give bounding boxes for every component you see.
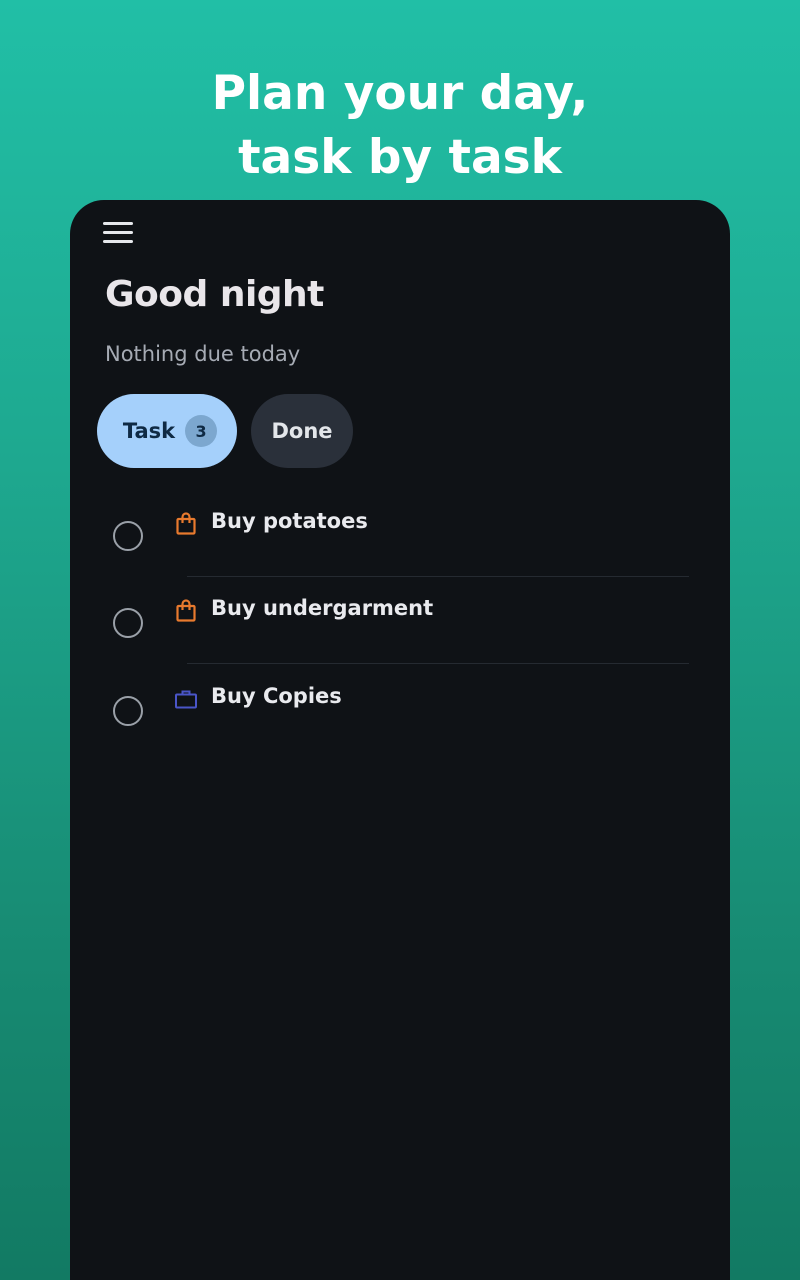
- task-checkbox[interactable]: [113, 696, 143, 726]
- tab-task[interactable]: Task 3: [97, 394, 237, 468]
- due-summary: Nothing due today: [105, 342, 301, 366]
- shopping-bag-icon: [176, 512, 196, 535]
- menu-button[interactable]: [100, 218, 136, 248]
- task-item[interactable]: Buy Copies: [70, 675, 730, 762]
- task-title: Buy undergarment: [211, 596, 434, 620]
- app-screen: Good night Nothing due today Task 3 Done…: [70, 200, 730, 1280]
- shopping-bag-icon: [176, 599, 196, 622]
- task-item[interactable]: Buy potatoes: [70, 500, 730, 587]
- tab-task-label: Task: [122, 419, 176, 443]
- promo-headline-line-1: Plan your day,: [211, 66, 589, 121]
- promo-headline-line-2: task by task: [238, 130, 562, 185]
- task-divider: [187, 576, 689, 577]
- task-count-badge: 3: [185, 415, 218, 447]
- task-checkbox[interactable]: [113, 521, 143, 551]
- task-title: Buy Copies: [211, 684, 342, 708]
- task-item[interactable]: Buy undergarment: [70, 587, 730, 674]
- briefcase-icon: [175, 690, 197, 709]
- greeting-title: Good night: [105, 274, 324, 315]
- task-title: Buy potatoes: [211, 509, 368, 533]
- promo-headline: Plan your day, task by task: [0, 62, 800, 190]
- tab-done-label: Done: [271, 419, 333, 443]
- task-checkbox[interactable]: [113, 608, 143, 638]
- tab-done[interactable]: Done: [251, 394, 353, 468]
- task-divider: [187, 663, 689, 664]
